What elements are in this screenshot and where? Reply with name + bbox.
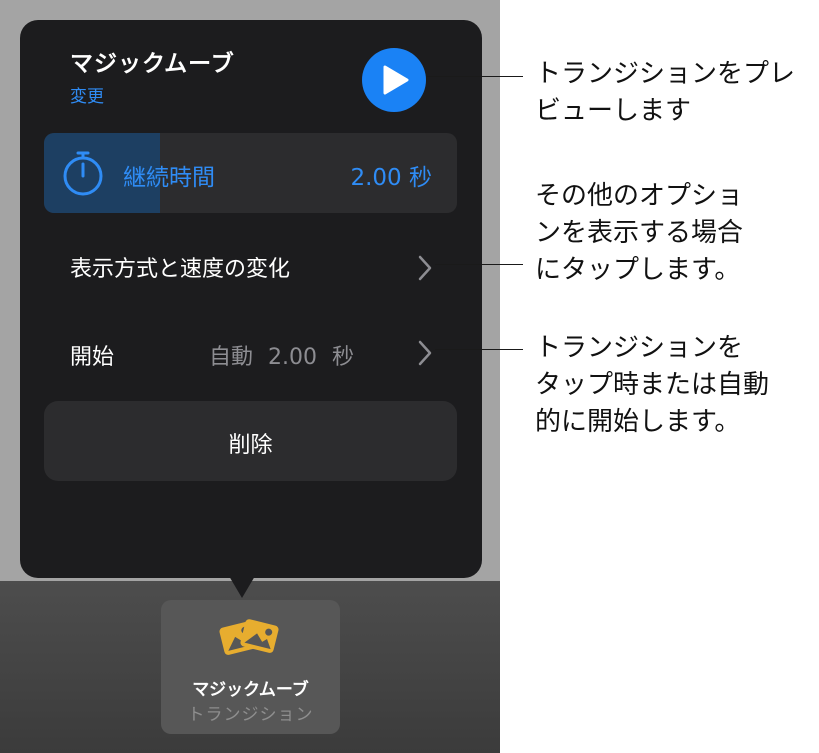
callout-line-start	[435, 349, 523, 350]
tile-title: マジックムーブ	[192, 680, 309, 700]
play-icon	[383, 65, 409, 95]
callout-preview-line: トランジションをプレ	[535, 59, 796, 89]
duration-label: 継続時間	[123, 165, 215, 191]
timer-icon	[63, 151, 103, 196]
callout-start-line: タップ時または自動	[535, 370, 770, 400]
transition-tile[interactable]: マジックムーブ トランジション	[161, 600, 340, 734]
callout-options: その他のオプショ ンを表示する場合 にタップします。	[535, 178, 743, 289]
appearance-speed-label: 表示方式と速度の変化	[70, 257, 291, 282]
callout-options-line: にタップします。	[535, 255, 741, 285]
callout-start-line: トランジションを	[535, 333, 744, 363]
duration-slider[interactable]: 継続時間 2.00 秒	[44, 133, 457, 213]
change-link[interactable]: 変更	[70, 82, 104, 107]
start-value: 自動 2.00 秒	[209, 345, 354, 370]
callout-options-line: ンを表示する場合	[535, 218, 744, 248]
chevron-right-icon	[418, 340, 432, 366]
delete-button[interactable]: 削除	[44, 401, 457, 481]
callout-start-line: 的に開始します。	[535, 407, 741, 437]
delete-label: 削除	[228, 433, 273, 458]
callout-preview: トランジションをプレ ビューします	[535, 56, 795, 130]
callout-start: トランジションを タップ時または自動 的に開始します。	[535, 330, 769, 441]
duration-value: 2.00 秒	[350, 165, 432, 191]
chevron-right-icon	[418, 255, 432, 281]
tile-subtitle: トランジション	[187, 705, 314, 725]
start-label: 開始	[70, 345, 115, 370]
callout-options-line: その他のオプショ	[535, 181, 744, 211]
popover-arrow	[229, 576, 255, 598]
popover-title: マジックムーブ	[70, 51, 235, 77]
callout-preview-line: ビューします	[535, 96, 692, 126]
preview-play-button[interactable]	[362, 48, 426, 112]
device-screen: マジックムーブ トランジション マジックムーブ 変更 継続時間 2.00 秒 表…	[0, 0, 500, 753]
callout-line-options	[435, 264, 523, 265]
transition-popover: マジックムーブ 変更 継続時間 2.00 秒 表示方式と速度の変化 開始 自動 …	[20, 20, 482, 578]
transition-images-icon	[219, 619, 279, 655]
callout-line-preview	[427, 76, 523, 77]
